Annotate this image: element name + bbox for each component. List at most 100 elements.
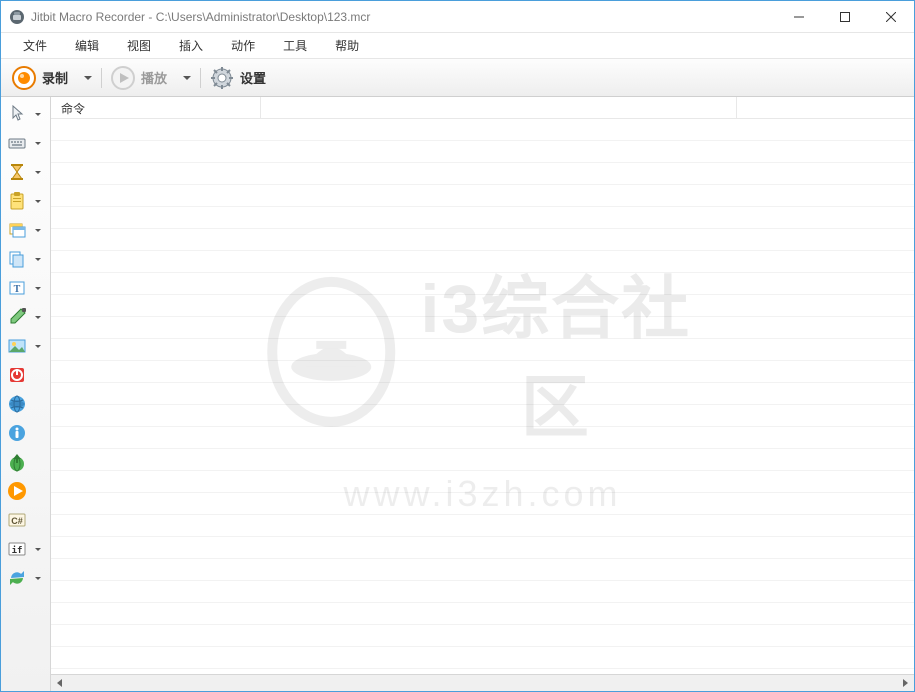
scroll-track[interactable] — [68, 675, 897, 691]
sidebar-if-button[interactable]: if — [3, 535, 31, 563]
sidebar-csharp-button[interactable]: C# — [3, 506, 31, 534]
record-label: 录制 — [42, 68, 68, 87]
sidebar-copy-dropdown[interactable] — [31, 258, 45, 261]
chevron-right-icon — [903, 679, 908, 687]
chevron-down-icon — [35, 229, 41, 232]
window-icon — [7, 220, 27, 240]
sidebar-playmacro-button[interactable] — [3, 477, 31, 505]
menu-insert[interactable]: 插入 — [165, 33, 217, 58]
chevron-down-icon — [35, 171, 41, 174]
sidebar-image-dropdown[interactable] — [31, 345, 45, 348]
if-icon: if — [7, 539, 27, 559]
info-icon — [7, 423, 27, 443]
image-icon — [7, 336, 27, 356]
separator — [200, 68, 201, 88]
play-button[interactable]: 播放 — [106, 63, 176, 93]
sidebar-keyboard-dropdown[interactable] — [31, 142, 45, 145]
sidebar-window-dropdown[interactable] — [31, 229, 45, 232]
hourglass-icon — [7, 162, 27, 182]
main-area: T — [1, 97, 914, 691]
sidebar-mouse-button[interactable] — [3, 100, 31, 128]
svg-text:T: T — [14, 284, 21, 295]
window-controls — [776, 1, 914, 32]
menu-file[interactable]: 文件 — [9, 33, 61, 58]
sidebar-if-dropdown[interactable] — [31, 548, 45, 551]
sidebar-clipboard-dropdown[interactable] — [31, 200, 45, 203]
menu-edit[interactable]: 编辑 — [61, 33, 113, 58]
chevron-down-icon — [35, 316, 41, 319]
chevron-down-icon — [84, 76, 92, 80]
chevron-down-icon — [35, 287, 41, 290]
grid-body[interactable]: i3综合社区 www.i3zh.com — [51, 119, 914, 674]
play-icon — [7, 481, 27, 501]
grid-header-col3[interactable] — [737, 97, 914, 118]
chevron-down-icon — [35, 200, 41, 203]
sidebar-copy-button[interactable] — [3, 245, 31, 273]
horizontal-scrollbar[interactable] — [51, 674, 914, 691]
power-icon — [7, 365, 27, 385]
chevron-down-icon — [35, 345, 41, 348]
minimize-button[interactable] — [776, 1, 822, 32]
chevron-down-icon — [35, 258, 41, 261]
svg-text:C#: C# — [11, 516, 23, 526]
eyedropper-icon — [7, 307, 27, 327]
menu-tools[interactable]: 工具 — [269, 33, 321, 58]
sidebar-web-button[interactable] — [3, 390, 31, 418]
menu-view[interactable]: 视图 — [113, 33, 165, 58]
sidebar-info-button[interactable] — [3, 419, 31, 447]
record-dropdown[interactable] — [79, 71, 97, 85]
sidebar-mouse-dropdown[interactable] — [31, 113, 45, 116]
command-grid: 命令 — [51, 97, 914, 691]
sidebar-delay-dropdown[interactable] — [31, 171, 45, 174]
app-icon — [9, 9, 25, 25]
sidebar-toolbar: T — [1, 97, 51, 691]
maximize-button[interactable] — [822, 1, 868, 32]
chevron-down-icon — [35, 142, 41, 145]
menubar: 文件 编辑 视图 插入 动作 工具 帮助 — [1, 33, 914, 59]
chevron-down-icon — [35, 577, 41, 580]
sidebar-clipboard-button[interactable] — [3, 187, 31, 215]
record-button[interactable]: 录制 — [7, 63, 77, 93]
scroll-right-button[interactable] — [897, 675, 914, 691]
sidebar-color-dropdown[interactable] — [31, 316, 45, 319]
sidebar-text-button[interactable]: T — [3, 274, 31, 302]
play-icon — [111, 66, 135, 90]
sidebar-keyboard-button[interactable] — [3, 129, 31, 157]
refresh-icon — [7, 568, 27, 588]
sidebar-delay-button[interactable] — [3, 158, 31, 186]
grid-header-command[interactable]: 命令 — [51, 97, 261, 118]
chevron-down-icon — [183, 76, 191, 80]
chevron-down-icon — [35, 113, 41, 116]
play-dropdown[interactable] — [178, 71, 196, 85]
chevron-left-icon — [57, 679, 62, 687]
text-icon: T — [7, 278, 27, 298]
chevron-down-icon — [35, 548, 41, 551]
scroll-left-button[interactable] — [51, 675, 68, 691]
clipboard-icon — [7, 191, 27, 211]
sidebar-window-button[interactable] — [3, 216, 31, 244]
sidebar-refresh-button[interactable] — [3, 564, 31, 592]
settings-label: 设置 — [240, 68, 266, 87]
titlebar: Jitbit Macro Recorder - C:\Users\Adminis… — [1, 1, 914, 33]
grid-header: 命令 — [51, 97, 914, 119]
sidebar-power-button[interactable] — [3, 361, 31, 389]
copy-icon — [7, 249, 27, 269]
gear-icon — [210, 66, 234, 90]
mouse-icon — [7, 104, 27, 124]
sidebar-upload-button[interactable] — [3, 448, 31, 476]
svg-text:if: if — [12, 545, 23, 556]
keyboard-icon — [7, 133, 27, 153]
play-label: 播放 — [141, 68, 167, 87]
grid-header-col2[interactable] — [261, 97, 737, 118]
csharp-icon: C# — [7, 510, 27, 530]
menu-help[interactable]: 帮助 — [321, 33, 373, 58]
sidebar-image-button[interactable] — [3, 332, 31, 360]
globe-icon — [7, 394, 27, 414]
menu-action[interactable]: 动作 — [217, 33, 269, 58]
settings-button[interactable]: 设置 — [205, 63, 275, 93]
close-button[interactable] — [868, 1, 914, 32]
sidebar-text-dropdown[interactable] — [31, 287, 45, 290]
sidebar-color-button[interactable] — [3, 303, 31, 331]
record-icon — [12, 66, 36, 90]
sidebar-refresh-dropdown[interactable] — [31, 577, 45, 580]
